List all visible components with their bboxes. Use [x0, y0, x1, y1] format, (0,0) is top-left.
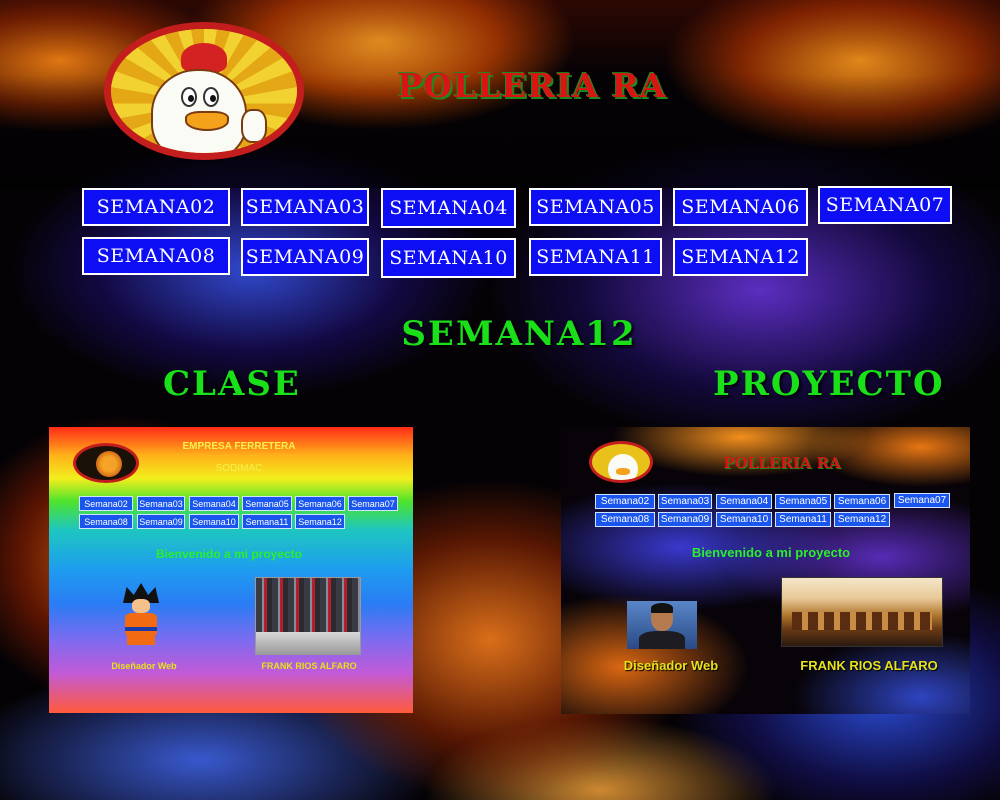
designer-hair: [651, 603, 673, 613]
nav-semana12[interactable]: SEMANA12: [673, 238, 808, 276]
proyecto-nav-semana05: Semana05: [775, 494, 831, 509]
clase-company-line2: SODIMAC: [215, 463, 263, 474]
hardware-store-photo: [255, 577, 361, 655]
nav-semana03[interactable]: SEMANA03: [241, 188, 369, 226]
clase-nav-semana11: Semana11: [242, 514, 292, 529]
lion-face: [96, 451, 122, 477]
proyecto-welcome: Bienvenido a mi proyecto: [691, 545, 851, 560]
week-nav: SEMANA02 SEMANA03 SEMANA04 SEMANA05 SEMA…: [0, 0, 1000, 290]
restaurant-photo: [781, 577, 943, 647]
clase-welcome: Bienvenido a mi proyecto: [155, 547, 303, 561]
designer-photo: [627, 601, 697, 649]
clase-preview-image[interactable]: EMPRESA FERRETERA SODIMAC Semana02 Seman…: [49, 427, 413, 713]
nav-semana09[interactable]: SEMANA09: [241, 238, 369, 276]
proyecto-caption-left: Diseñador Web: [623, 658, 719, 673]
clase-caption-left: Diseñador Web: [111, 661, 177, 671]
proyecto-nav-semana09: Semana09: [658, 512, 712, 527]
nav-semana06[interactable]: SEMANA06: [673, 188, 808, 226]
clase-nav-semana05: Semana05: [242, 496, 292, 511]
proyecto-nav-semana11: Semana11: [775, 512, 831, 527]
nav-semana10[interactable]: SEMANA10: [381, 238, 516, 278]
nav-semana08[interactable]: SEMANA08: [82, 237, 230, 275]
mini-chicken-logo-icon: [589, 441, 653, 483]
goku-gi: [125, 613, 157, 637]
proyecto-title: PROYECTO: [713, 364, 945, 404]
proyecto-preview-image[interactable]: POLLERIA RA Semana02 Semana03 Semana04 S…: [561, 427, 970, 714]
clase-nav-semana08: Semana08: [79, 514, 133, 529]
nav-semana05[interactable]: SEMANA05: [529, 188, 662, 226]
clase-nav-semana02: Semana02: [79, 496, 133, 511]
proyecto-site-title: POLLERIA RA: [723, 454, 841, 472]
proyecto-caption-right: FRANK RIOS ALFARO: [800, 658, 938, 673]
proyecto-nav-semana07: Semana07: [894, 493, 950, 508]
clase-nav-semana07: Semana07: [348, 496, 398, 511]
proyecto-nav-semana12: Semana12: [834, 512, 890, 527]
nav-semana11[interactable]: SEMANA11: [529, 238, 662, 276]
clase-nav-semana04: Semana04: [189, 496, 239, 511]
proyecto-nav-semana08: Semana08: [595, 512, 655, 527]
clase-nav-semana10: Semana10: [189, 514, 239, 529]
proyecto-nav-semana10: Semana10: [716, 512, 772, 527]
goku-face: [132, 599, 150, 613]
clase-nav-semana09: Semana09: [137, 514, 185, 529]
nav-semana02[interactable]: SEMANA02: [82, 188, 230, 226]
nav-semana07[interactable]: SEMANA07: [818, 186, 952, 224]
nav-semana04[interactable]: SEMANA04: [381, 188, 516, 228]
goku-legs: [127, 635, 155, 645]
proyecto-nav-semana03: Semana03: [658, 494, 712, 509]
proyecto-nav-semana02: Semana02: [595, 494, 655, 509]
goku-belt: [125, 627, 157, 631]
proyecto-nav-semana06: Semana06: [834, 494, 890, 509]
goku-image: [115, 583, 167, 645]
clase-nav-semana03: Semana03: [137, 496, 185, 511]
page-heading: SEMANA12: [401, 314, 637, 354]
clase-company-line1: EMPRESA FERRETERA: [182, 441, 296, 452]
lion-logo-icon: [73, 443, 139, 483]
proyecto-nav-semana04: Semana04: [716, 494, 772, 509]
clase-nav-semana06: Semana06: [295, 496, 345, 511]
clase-nav-semana12: Semana12: [295, 514, 345, 529]
clase-caption-right: FRANK RIOS ALFARO: [261, 661, 357, 671]
clase-title: CLASE: [163, 364, 301, 404]
designer-shirt: [639, 631, 685, 649]
